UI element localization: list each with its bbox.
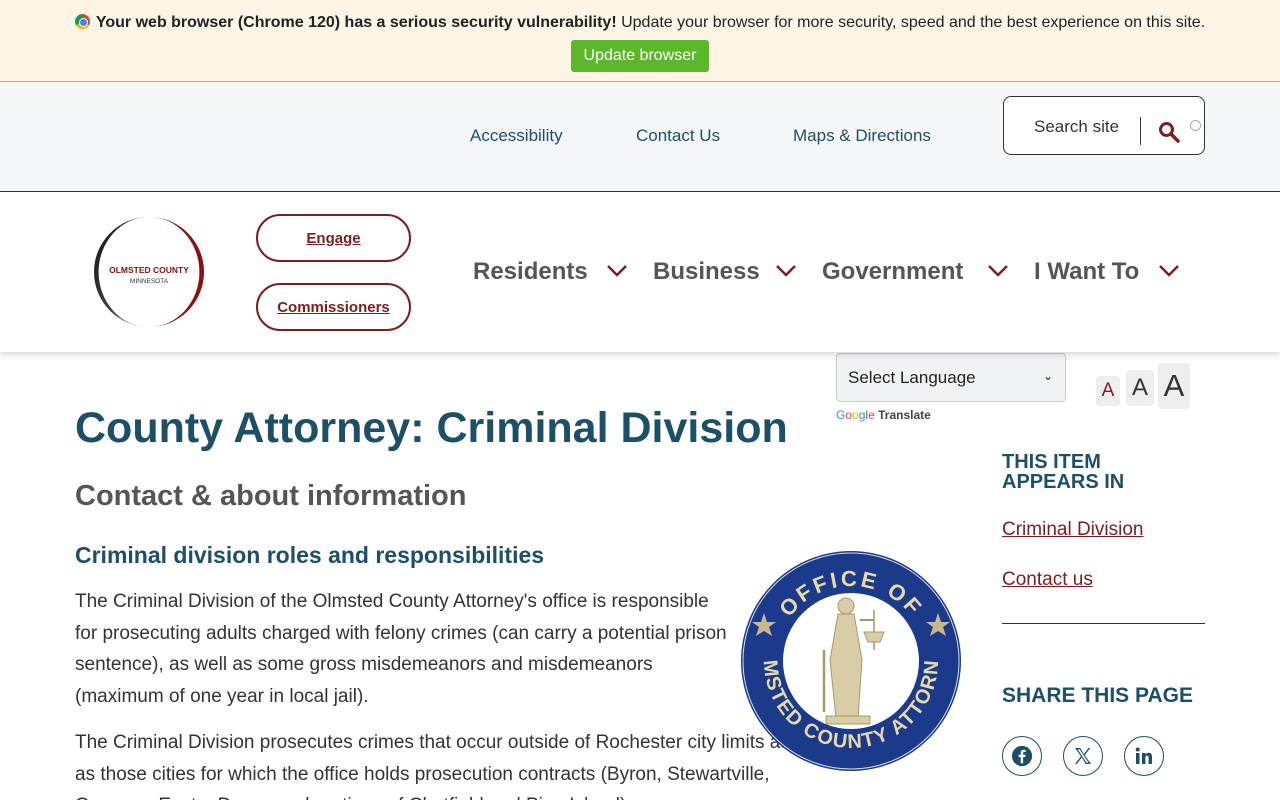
chevron-down-icon[interactable] xyxy=(1158,264,1180,278)
sidebar-divider xyxy=(1002,623,1205,624)
contact-about-heading: Contact & about information xyxy=(75,480,467,512)
appears-in-line1: THIS ITEM xyxy=(1002,451,1101,473)
google-translate-credit[interactable]: Google Translate xyxy=(836,408,931,422)
county-attorney-seal: OFFICE OF OLMSTED COUNTY ATTORNEY xyxy=(740,550,961,771)
appears-in-heading: THIS ITEM APPEARS IN xyxy=(1002,452,1124,492)
share-x-button[interactable] xyxy=(1063,736,1103,776)
update-browser-button[interactable]: Update browser xyxy=(571,40,709,72)
share-facebook-button[interactable] xyxy=(1002,736,1042,776)
olmsted-county-logo[interactable]: OLMSTED COUNTY MINNESOTA xyxy=(88,216,210,328)
nav-government[interactable]: Government xyxy=(822,258,963,286)
commissioners-button[interactable]: Commissioners xyxy=(256,283,411,331)
translate-label: Translate xyxy=(878,408,931,422)
contact-us-link[interactable]: Contact Us xyxy=(636,126,720,146)
language-select-label: Select Language xyxy=(848,367,976,387)
appears-in-line2: APPEARS IN xyxy=(1002,471,1125,493)
search-icon[interactable] xyxy=(1158,121,1180,143)
chrome-icon xyxy=(74,14,90,29)
logo-text-line2: MINNESOTA xyxy=(130,278,169,285)
nav-business[interactable]: Business xyxy=(653,258,760,286)
sidebar-link-contact-us[interactable]: Contact us xyxy=(1002,569,1093,591)
font-size-small-button[interactable]: A xyxy=(1096,376,1120,406)
x-icon xyxy=(1075,748,1091,764)
browser-update-banner: Your web browser (Chrome 120) has a seri… xyxy=(0,0,1280,82)
search-divider xyxy=(1140,117,1141,145)
logo-text-line1: OLMSTED COUNTY xyxy=(109,265,189,275)
main-header: OLMSTED COUNTY MINNESOTA Engage Commissi… xyxy=(0,192,1280,352)
language-select[interactable]: Select Language ⌄ xyxy=(836,353,1066,402)
chevron-down-icon[interactable] xyxy=(775,264,797,278)
font-size-medium-button[interactable]: A xyxy=(1126,370,1154,406)
chevron-down-icon: ⌄ xyxy=(1042,369,1053,383)
share-heading: SHARE THIS PAGE xyxy=(1002,684,1193,707)
banner-text: Update your browser for more security, s… xyxy=(616,14,1206,31)
paragraph-2: The Criminal Division prosecutes crimes … xyxy=(75,732,828,800)
linkedin-icon xyxy=(1135,747,1152,764)
banner-bold-text: Your web browser (Chrome 120) has a seri… xyxy=(95,14,617,31)
share-linkedin-button[interactable] xyxy=(1124,736,1164,776)
facebook-icon xyxy=(1011,745,1033,767)
maps-directions-link[interactable]: Maps & Directions xyxy=(793,126,931,146)
search-input[interactable]: Search site xyxy=(1034,117,1119,137)
utility-bar: Accessibility Contact Us Maps & Directio… xyxy=(0,82,1280,192)
nav-residents[interactable]: Residents xyxy=(473,258,588,286)
engage-button[interactable]: Engage xyxy=(256,214,411,262)
nav-i-want-to[interactable]: I Want To xyxy=(1034,258,1139,286)
accessibility-link[interactable]: Accessibility xyxy=(470,126,563,146)
banner-message: Your web browser (Chrome 120) has a seri… xyxy=(0,14,1280,32)
roles-heading: Criminal division roles and responsibili… xyxy=(75,542,545,568)
paragraph-1: The Criminal Division of the Olmsted Cou… xyxy=(75,591,727,707)
google-logo-icon: Google xyxy=(836,408,875,422)
chevron-down-icon[interactable] xyxy=(987,264,1009,278)
sidebar-link-criminal-division[interactable]: Criminal Division xyxy=(1002,519,1143,541)
search-option-icon xyxy=(1190,120,1201,131)
page-title: County Attorney: Criminal Division xyxy=(75,404,788,452)
chevron-down-icon[interactable] xyxy=(606,264,628,278)
font-size-large-button[interactable]: A xyxy=(1158,363,1190,409)
search-box[interactable]: Search site xyxy=(1003,96,1205,155)
